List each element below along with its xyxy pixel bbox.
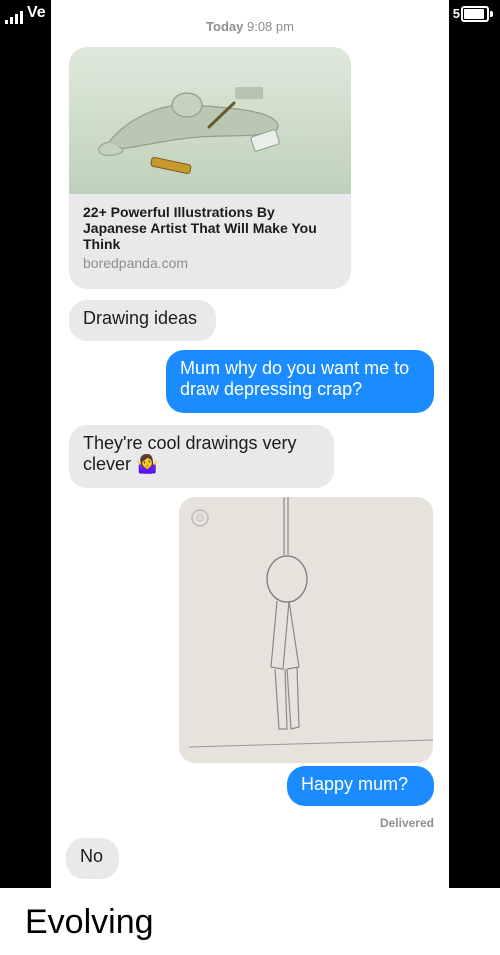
message-bubble-outgoing[interactable]: Mum why do you want me to draw depressin… (166, 350, 434, 413)
signal-strength-icon (5, 11, 23, 24)
message-bubble-incoming[interactable]: No (66, 838, 119, 879)
link-preview-title: 22+ Powerful Illustrations By Japanese A… (83, 204, 317, 252)
illustration-image-icon[interactable] (69, 47, 351, 194)
pencil-drawing-image-icon[interactable] (179, 497, 433, 763)
message-text: No (80, 846, 104, 866)
right-black-bar: 5 (449, 0, 500, 888)
message-text: They're cool drawings very clever 🤷‍♀️ (83, 433, 297, 474)
timestamp-time: 9:08 pm (246, 19, 294, 34)
message-thread[interactable]: Today 9:08 pm 22+ Powerful Illustrations… (51, 0, 449, 888)
message-bubble-incoming[interactable]: Drawing ideas (69, 300, 216, 341)
link-preview-card[interactable]: 22+ Powerful Illustrations By Japanese A… (69, 47, 351, 289)
battery-icon (461, 6, 493, 22)
meme-caption: Evolving (25, 903, 154, 941)
delivery-status: Delivered (379, 816, 434, 830)
battery-text: 5 (452, 6, 460, 21)
message-text: Drawing ideas (83, 308, 198, 328)
thread-timestamp: Today 9:08 pm (51, 19, 449, 34)
link-preview-domain: boredpanda.com (83, 255, 189, 271)
timestamp-day: Today (206, 19, 244, 34)
message-bubble-outgoing[interactable]: Happy mum? (287, 766, 434, 806)
left-black-bar: Ve (0, 0, 51, 888)
message-text: Happy mum? (301, 774, 409, 794)
carrier-name: Ve (27, 4, 46, 21)
message-text: Mum why do you want me to draw depressin… (180, 358, 410, 399)
message-bubble-incoming[interactable]: They're cool drawings very clever 🤷‍♀️ (69, 425, 334, 488)
